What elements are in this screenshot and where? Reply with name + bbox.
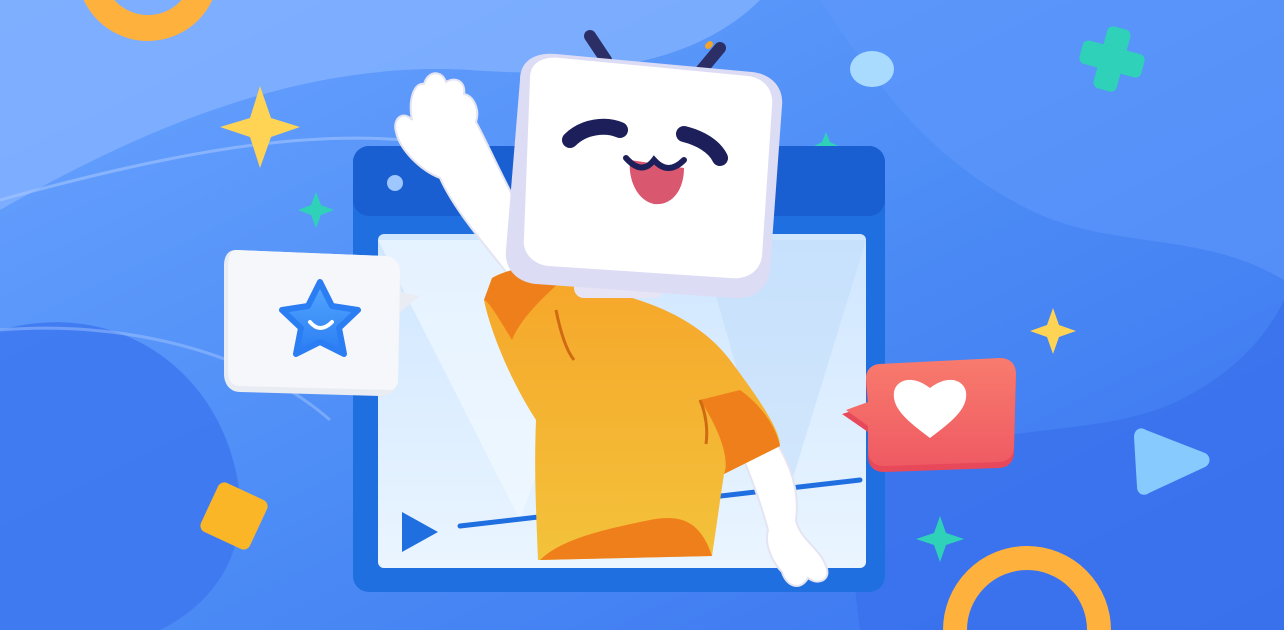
- dot-icon: [850, 51, 894, 87]
- star-chat-bubble-icon: [224, 250, 420, 396]
- illustration-canvas: [0, 0, 1284, 630]
- heart-chat-bubble-icon: [842, 358, 1016, 472]
- illustration-stage: [0, 0, 1284, 630]
